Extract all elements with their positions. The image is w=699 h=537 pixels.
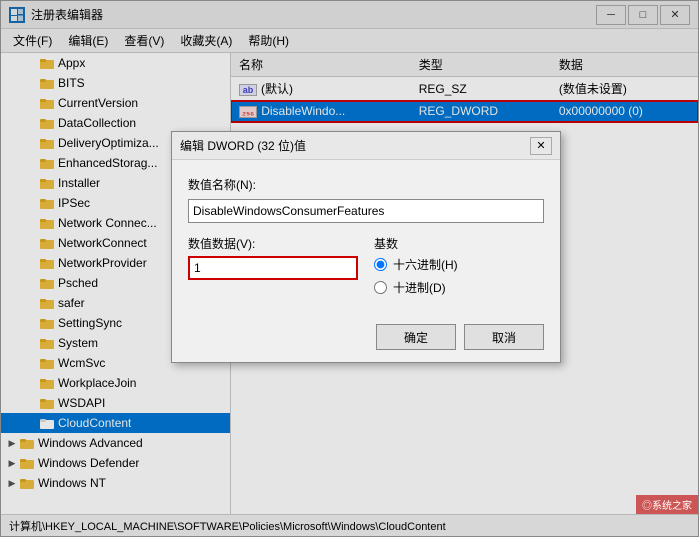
value-input[interactable] (188, 256, 358, 280)
radio-dec-label: 十进制(D) (393, 279, 446, 296)
dialog-title: 编辑 DWORD (32 位)值 (180, 137, 530, 154)
dialog-close-button[interactable]: ✕ (530, 137, 552, 155)
ok-button[interactable]: 确定 (376, 324, 456, 350)
radio-hex[interactable]: 十六进制(H) (374, 256, 544, 273)
cancel-button[interactable]: 取消 (464, 324, 544, 350)
main-window: 注册表编辑器 ─ □ ✕ 文件(F) 编辑(E) 查看(V) 收藏夹(A) 帮助… (0, 0, 699, 537)
radix-label: 基数 (374, 235, 544, 252)
dialog-title-bar: 编辑 DWORD (32 位)值 ✕ (172, 132, 560, 160)
modal-overlay: 编辑 DWORD (32 位)值 ✕ 数值名称(N): 数值数据(V): 基数 (1, 1, 698, 536)
dialog-body: 数值名称(N): 数值数据(V): 基数 十六进制(H) (172, 160, 560, 320)
edit-dialog: 编辑 DWORD (32 位)值 ✕ 数值名称(N): 数值数据(V): 基数 (171, 131, 561, 363)
radio-hex-label: 十六进制(H) (393, 256, 458, 273)
radix-section: 基数 十六进制(H) 十进制(D) (374, 235, 544, 296)
name-label: 数值名称(N): (188, 176, 544, 193)
value-label: 数值数据(V): (188, 235, 358, 252)
value-section: 数值数据(V): (188, 235, 358, 296)
radio-group: 十六进制(H) 十进制(D) (374, 256, 544, 296)
radio-dec[interactable]: 十进制(D) (374, 279, 544, 296)
name-input[interactable] (188, 199, 544, 223)
radio-dec-input[interactable] (374, 281, 387, 294)
radio-hex-input[interactable] (374, 258, 387, 271)
value-radix-row: 数值数据(V): 基数 十六进制(H) 十进制(D) (188, 235, 544, 296)
dialog-footer: 确定 取消 (172, 320, 560, 362)
